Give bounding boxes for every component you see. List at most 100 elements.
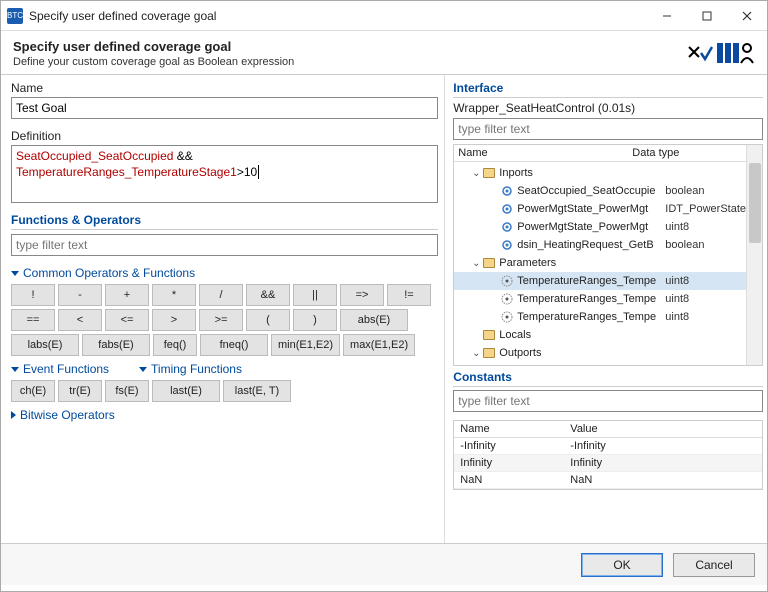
def-lit: 10	[244, 165, 257, 179]
operator-button[interactable]: >=	[199, 309, 243, 331]
operator-button[interactable]: ch(E)	[11, 380, 55, 402]
operator-button[interactable]: +	[105, 284, 149, 306]
operator-button[interactable]: fneq()	[200, 334, 268, 356]
operator-button[interactable]: &&	[246, 284, 290, 306]
operator-button[interactable]: labs(E)	[11, 334, 79, 356]
operator-button[interactable]: =>	[340, 284, 384, 306]
timing-functions-header[interactable]: Timing Functions	[139, 362, 242, 376]
functions-section-title: Functions & Operators	[11, 213, 438, 230]
tree-item[interactable]: ›LEDFeedback_LEDFeedbackboolean(3)	[454, 362, 746, 365]
tree-item[interactable]: dsin_HeatingRequest_GetBboolean	[454, 236, 746, 254]
parameter-icon	[500, 292, 514, 306]
operator-button[interactable]: -	[58, 284, 102, 306]
tree-folder[interactable]: ⌄Inports	[454, 164, 746, 182]
operator-button[interactable]: <	[58, 309, 102, 331]
close-button[interactable]	[727, 1, 767, 31]
tree-scrollbar[interactable]	[746, 145, 762, 365]
operator-button[interactable]: ==	[11, 309, 55, 331]
operator-button[interactable]: ||	[293, 284, 337, 306]
folder-icon	[482, 346, 496, 360]
window-title: Specify user defined coverage goal	[29, 9, 647, 23]
tree-rows: ⌄InportsSeatOccupied_SeatOccupiebooleanP…	[454, 162, 746, 365]
bitwise-operators-label: Bitwise Operators	[20, 408, 115, 422]
tree-item-type: boolean	[665, 239, 746, 251]
chevron-down-icon	[139, 367, 147, 372]
minimize-button[interactable]	[647, 1, 687, 31]
operator-button[interactable]: fs(E)	[105, 380, 149, 402]
tree-folder[interactable]: ⌄ Outports	[454, 344, 746, 362]
operator-button[interactable]: max(E1,E2)	[343, 334, 415, 356]
constant-value: NaN	[564, 472, 762, 488]
definition-input[interactable]: SeatOccupied_SeatOccupied && Temperature…	[11, 145, 438, 203]
operator-button[interactable]: /	[199, 284, 243, 306]
operator-button[interactable]: abs(E)	[340, 309, 408, 331]
tree-item[interactable]: SeatOccupied_SeatOccupieboolean	[454, 182, 746, 200]
constant-value: Infinity	[564, 455, 762, 471]
chevron-down-icon[interactable]: ⌄	[470, 258, 482, 269]
operator-button[interactable]: (	[246, 309, 290, 331]
constant-name: NaN	[454, 472, 564, 488]
tree-item-name: PowerMgtState_PowerMgt	[517, 221, 665, 233]
constant-row[interactable]: NaNNaN	[454, 472, 762, 489]
interface-tree[interactable]: Name Data type ⌄InportsSeatOccupied_Seat…	[453, 144, 763, 366]
operator-button[interactable]: last(E, T)	[223, 380, 291, 402]
name-input[interactable]	[11, 97, 438, 119]
port-icon	[500, 184, 514, 198]
operator-button[interactable]: <=	[105, 309, 149, 331]
bitwise-operators-header[interactable]: Bitwise Operators	[11, 408, 438, 422]
parameter-icon	[500, 310, 514, 324]
tree-item-name: TemperatureRanges_Tempe	[517, 293, 665, 305]
operator-button[interactable]: last(E)	[152, 380, 220, 402]
constants-col-name[interactable]: Name	[454, 421, 564, 437]
name-label: Name	[11, 81, 438, 95]
folder-icon	[482, 328, 496, 342]
tree-item-type: uint8	[665, 293, 746, 305]
chevron-down-icon[interactable]: ⌄	[470, 348, 482, 359]
operator-button[interactable]: !	[11, 284, 55, 306]
chevron-down-icon	[11, 367, 19, 372]
operator-button[interactable]: fabs(E)	[82, 334, 150, 356]
constant-row[interactable]: -Infinity-Infinity	[454, 438, 762, 455]
constants-filter-input[interactable]	[453, 390, 763, 412]
constants-col-value[interactable]: Value	[564, 421, 762, 437]
columns-user-icon	[715, 39, 755, 65]
chevron-right-icon	[11, 411, 16, 419]
tree-folder[interactable]: Locals	[454, 326, 746, 344]
cancel-button[interactable]: Cancel	[673, 553, 755, 577]
tree-item-name: TemperatureRanges_Tempe	[517, 311, 665, 323]
functions-filter-input[interactable]	[11, 234, 438, 256]
dialog-header: Specify user defined coverage goal Defin…	[1, 31, 767, 75]
tree-folder[interactable]: ⌄Parameters	[454, 254, 746, 272]
interface-filter-input[interactable]	[453, 118, 763, 140]
operator-button[interactable]: feq()	[153, 334, 197, 356]
common-operators-header[interactable]: Common Operators & Functions	[11, 266, 438, 280]
tree-item[interactable]: TemperatureRanges_Tempeuint8	[454, 272, 746, 290]
constant-row[interactable]: InfinityInfinity	[454, 455, 762, 472]
dialog-title: Specify user defined coverage goal	[13, 39, 687, 54]
operator-button[interactable]: )	[293, 309, 337, 331]
tree-col-name[interactable]: Name	[454, 145, 628, 161]
constant-name: Infinity	[454, 455, 564, 471]
operator-button[interactable]: !=	[387, 284, 431, 306]
operator-button[interactable]: tr(E)	[58, 380, 102, 402]
port-icon	[500, 202, 514, 216]
chevron-down-icon[interactable]: ⌄	[470, 168, 482, 179]
operator-button[interactable]: >	[152, 309, 196, 331]
tree-item[interactable]: TemperatureRanges_Tempeuint8	[454, 308, 746, 326]
ok-button[interactable]: OK	[581, 553, 663, 577]
operator-button[interactable]: min(E1,E2)	[271, 334, 340, 356]
tree-item-name: Locals	[499, 329, 647, 341]
tree-col-type[interactable]: Data type	[628, 145, 746, 161]
maximize-button[interactable]	[687, 1, 727, 31]
tree-item[interactable]: TemperatureRanges_Tempeuint8	[454, 290, 746, 308]
tree-item[interactable]: PowerMgtState_PowerMgtIDT_PowerState	[454, 200, 746, 218]
clear-check-icon	[687, 45, 713, 65]
tree-item-name: Outports	[499, 347, 647, 359]
event-functions-header[interactable]: Event Functions	[11, 362, 109, 376]
def-var1: SeatOccupied_SeatOccupied	[16, 149, 173, 163]
event-timing-grid: ch(E)tr(E)fs(E)last(E)last(E, T)	[11, 380, 438, 402]
def-op1: &&	[173, 149, 192, 163]
operator-button[interactable]: *	[152, 284, 196, 306]
tree-item[interactable]: PowerMgtState_PowerMgtuint8	[454, 218, 746, 236]
dialog-footer: OK Cancel	[1, 543, 767, 585]
